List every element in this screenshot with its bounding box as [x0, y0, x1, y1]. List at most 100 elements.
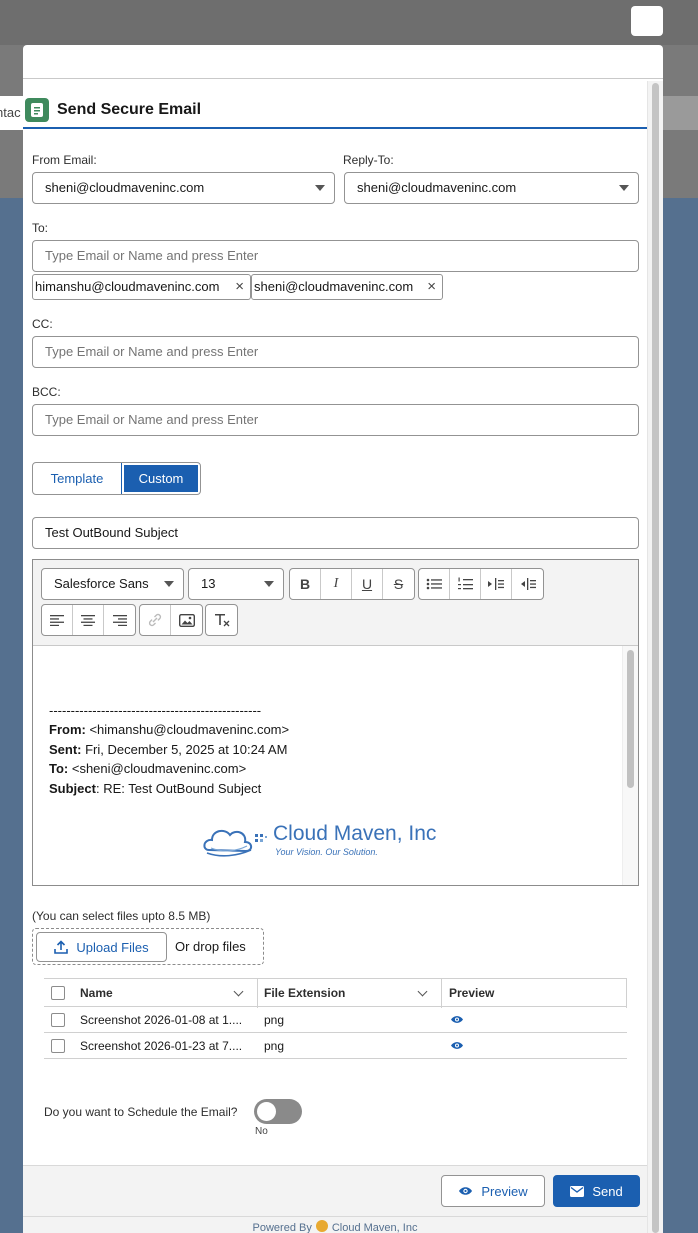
insert-link-button[interactable] — [140, 605, 171, 635]
chevron-down-icon[interactable] — [417, 986, 428, 997]
send-secure-email-modal: Send Secure Email From Email: sheni@clou… — [23, 45, 663, 1233]
quoted-subject-line: Subject: RE: Test OutBound Subject — [49, 781, 262, 796]
numbered-list-icon — [458, 577, 473, 590]
chevron-down-icon — [619, 185, 629, 191]
modal-scrollbar[interactable] — [647, 81, 663, 1233]
send-button[interactable]: Send — [553, 1175, 640, 1207]
bold-button[interactable]: B — [290, 569, 321, 599]
bold-icon: B — [299, 576, 311, 592]
editor-content[interactable]: ----------------------------------------… — [33, 646, 638, 885]
preview-file-button[interactable] — [450, 1033, 464, 1058]
bullet-list-button[interactable] — [419, 569, 450, 599]
schedule-question: Do you want to Schedule the Email? — [44, 1105, 238, 1119]
schedule-toggle-state: No — [255, 1126, 268, 1137]
quoted-from-line: From: <himanshu@cloudmaveninc.com> — [49, 722, 290, 737]
upload-icon — [54, 940, 69, 954]
cc-input[interactable]: Type Email or Name and press Enter — [32, 336, 639, 368]
chevron-down-icon — [164, 581, 174, 587]
align-left-icon — [50, 615, 64, 626]
select-all-checkbox[interactable] — [51, 985, 65, 1000]
column-divider — [441, 979, 442, 1008]
table-row: Screenshot 2026-01-23 at 7.... png — [44, 1033, 627, 1059]
toggle-knob — [257, 1102, 276, 1121]
eye-icon — [451, 1042, 463, 1049]
recipient-email: himanshu@cloudmaveninc.com — [35, 279, 220, 294]
eye-icon — [451, 1016, 463, 1023]
row-checkbox[interactable] — [51, 1038, 65, 1053]
template-tab[interactable]: Template — [33, 463, 122, 494]
recipient-pill: sheni@cloudmaveninc.com × — [251, 274, 443, 300]
insert-image-button[interactable] — [171, 605, 202, 635]
select-all-cell — [51, 979, 65, 1006]
clear-formatting-button[interactable] — [206, 605, 237, 635]
subject-input[interactable]: Test OutBound Subject — [32, 517, 639, 549]
text-style-group: B I U S — [289, 568, 415, 600]
extension-column-header[interactable]: File Extension — [264, 979, 345, 1006]
quote-separator: ----------------------------------------… — [49, 703, 262, 718]
file-size-note: (You can select files upto 8.5 MB) — [32, 909, 211, 923]
cloud-logo-icon — [203, 829, 267, 857]
insert-group — [139, 604, 203, 636]
chevron-down-icon[interactable] — [233, 986, 244, 997]
editor-scrollbar[interactable] — [622, 646, 638, 885]
upload-files-button[interactable]: Upload Files — [36, 932, 167, 962]
underline-icon: U — [361, 576, 373, 592]
bcc-label: BCC: — [32, 385, 61, 399]
file-extension: png — [264, 1012, 285, 1027]
from-email-select[interactable]: sheni@cloudmaveninc.com — [32, 172, 335, 204]
reply-to-select[interactable]: sheni@cloudmaveninc.com — [344, 172, 639, 204]
align-center-button[interactable] — [73, 605, 104, 635]
indent-button[interactable] — [481, 569, 512, 599]
to-input[interactable]: Type Email or Name and press Enter — [32, 240, 639, 272]
cc-label: CC: — [32, 317, 53, 331]
envelope-icon — [570, 1185, 585, 1197]
reply-to-value: sheni@cloudmaveninc.com — [357, 180, 517, 195]
alignment-group — [41, 604, 136, 636]
font-size-select[interactable]: 13 — [188, 568, 284, 600]
strikethrough-button[interactable]: S — [383, 569, 414, 599]
clear-format-group — [205, 604, 238, 636]
italic-icon: I — [333, 576, 339, 591]
numbered-list-button[interactable] — [450, 569, 481, 599]
row-checkbox[interactable] — [51, 1012, 65, 1027]
file-name: Screenshot 2026-01-23 at 7.... — [80, 1038, 243, 1053]
chevron-down-icon — [264, 581, 274, 587]
name-column-header[interactable]: Name — [80, 979, 113, 1006]
modal-scroll-thumb[interactable] — [652, 83, 659, 1233]
powered-by: Powered By Cloud Maven, Inc — [23, 1216, 647, 1233]
quoted-to-line: To: <sheni@cloudmaveninc.com> — [49, 761, 247, 776]
indent-icon — [488, 578, 504, 590]
editor-toolbar: Salesforce Sans 13 B I U S — [33, 560, 638, 646]
preview-button[interactable]: Preview — [441, 1175, 545, 1207]
font-family-select[interactable]: Salesforce Sans — [41, 568, 184, 600]
list-indent-group — [418, 568, 544, 600]
drop-files-label: Or drop files — [175, 939, 246, 954]
italic-button[interactable]: I — [321, 569, 352, 599]
mode-toggle: Template Custom — [32, 462, 201, 495]
close-icon[interactable]: × — [427, 275, 436, 299]
background-corner-button[interactable] — [631, 6, 663, 36]
outdent-button[interactable] — [512, 569, 543, 599]
bullet-list-icon — [426, 578, 442, 590]
file-dropzone[interactable]: Upload Files Or drop files — [32, 928, 264, 965]
editor-scroll-thumb[interactable] — [627, 650, 634, 788]
preview-file-button[interactable] — [450, 1007, 464, 1032]
align-right-button[interactable] — [104, 605, 135, 635]
logo-name: Cloud Maven, Inc — [273, 822, 437, 845]
close-icon[interactable]: × — [235, 275, 244, 299]
reply-to-label: Reply-To: — [343, 153, 394, 167]
underline-button[interactable]: U — [352, 569, 383, 599]
from-email-label: From Email: — [32, 153, 97, 167]
align-left-button[interactable] — [42, 605, 73, 635]
custom-tab[interactable]: Custom — [121, 463, 200, 494]
bcc-input[interactable]: Type Email or Name and press Enter — [32, 404, 639, 436]
company-logo: Cloud Maven, Inc Your Vision. Our Soluti… — [203, 820, 453, 862]
preview-label: Preview — [481, 1183, 528, 1199]
rich-text-editor: Salesforce Sans 13 B I U S -------------… — [32, 559, 639, 886]
backdrop-header — [0, 0, 698, 45]
clear-formatting-icon — [214, 614, 229, 627]
file-extension: png — [264, 1038, 285, 1053]
schedule-toggle[interactable] — [254, 1099, 302, 1124]
font-family-value: Salesforce Sans — [54, 576, 149, 591]
logo-tagline: Your Vision. Our Solution. — [275, 847, 378, 857]
